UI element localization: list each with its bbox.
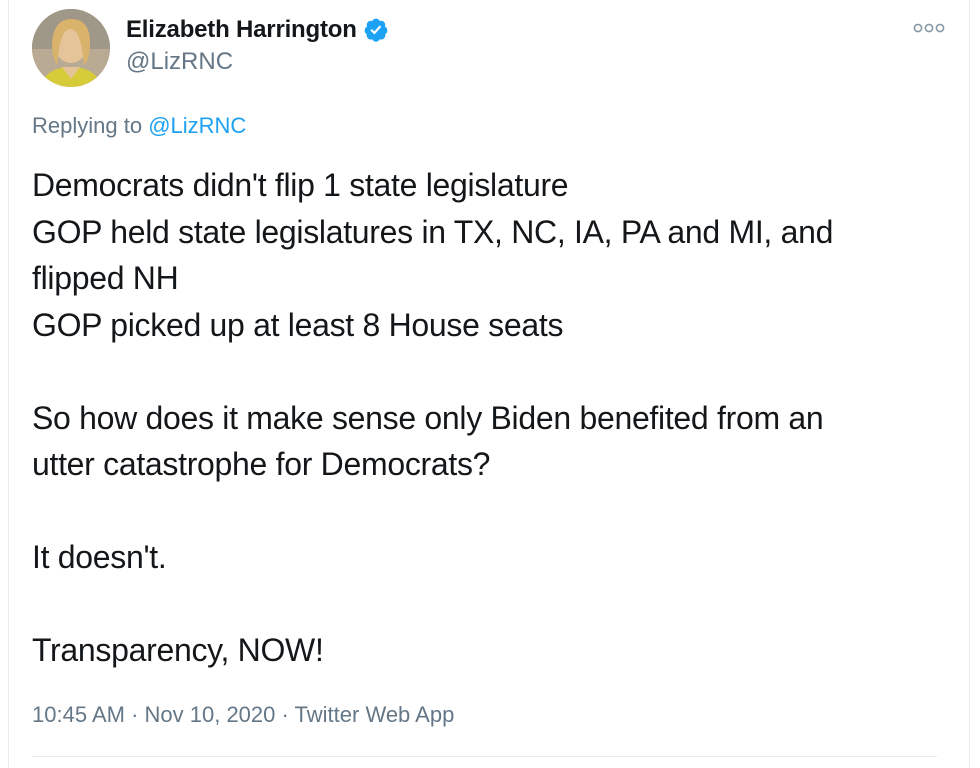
divider bbox=[32, 756, 937, 757]
meta-separator: · bbox=[275, 702, 295, 727]
author-name-row[interactable]: Elizabeth Harrington bbox=[126, 14, 389, 46]
tweet-date[interactable]: Nov 10, 2020 bbox=[145, 702, 276, 727]
tweet-line: utter catastrophe for Democrats? bbox=[32, 446, 491, 482]
tweet-meta: 10:45 AM · Nov 10, 2020 · Twitter Web Ap… bbox=[32, 702, 454, 728]
profile-photo-icon bbox=[32, 9, 110, 87]
tweet-time[interactable]: 10:45 AM bbox=[32, 702, 125, 727]
verified-badge-icon bbox=[363, 17, 389, 43]
replying-to-handle-link[interactable]: @LizRNC bbox=[148, 113, 246, 138]
author-display-name[interactable]: Elizabeth Harrington bbox=[126, 16, 357, 44]
tweet-line: GOP picked up at least 8 House seats bbox=[32, 306, 564, 343]
meta-separator: · bbox=[124, 702, 145, 727]
more-options-icon[interactable] bbox=[912, 20, 946, 36]
tweet-source[interactable]: Twitter Web App bbox=[295, 702, 455, 727]
avatar[interactable] bbox=[32, 9, 110, 87]
tweet-line: Transparency, NOW! bbox=[32, 632, 324, 668]
replying-to: Replying to @LizRNC bbox=[32, 113, 246, 139]
tweet-line: Democrats didn't flip 1 state legislatur… bbox=[32, 167, 569, 203]
tweet-line: GOP held state legislatures in TX, NC, I… bbox=[32, 213, 834, 250]
tweet-line: It doesn't. bbox=[32, 539, 167, 575]
tweet-text: Democrats didn't flip 1 state legislatur… bbox=[32, 162, 947, 674]
tweet-line: flipped NH bbox=[32, 260, 179, 296]
tweet-line: So how does it make sense only Biden ben… bbox=[32, 399, 824, 436]
author-handle[interactable]: @LizRNC bbox=[126, 48, 233, 76]
replying-to-label: Replying to bbox=[32, 113, 149, 138]
